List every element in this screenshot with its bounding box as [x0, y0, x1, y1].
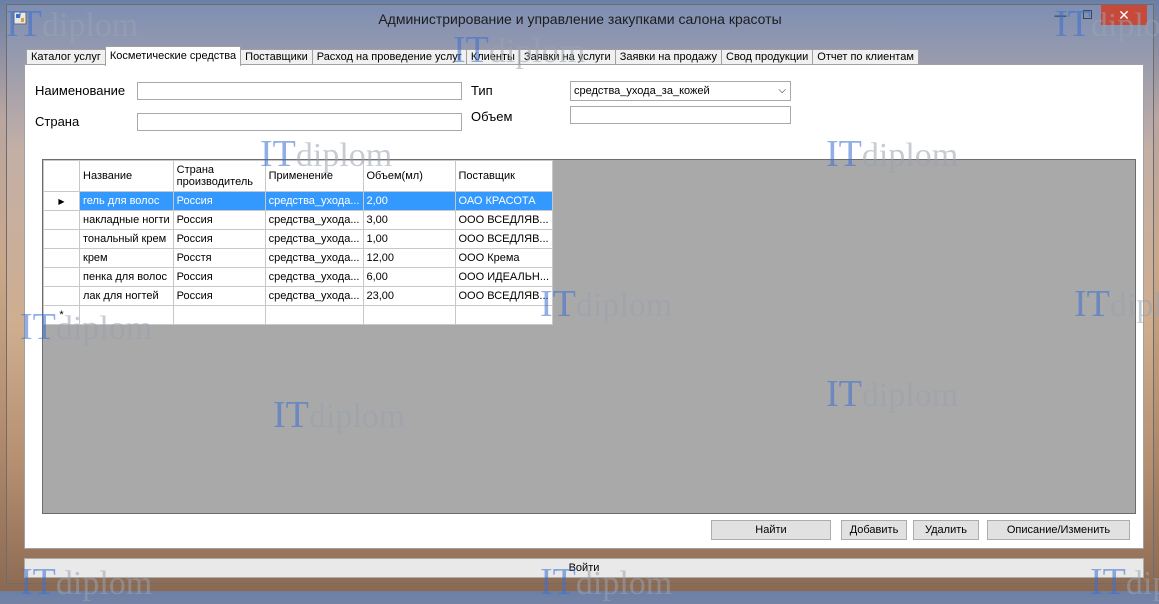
cell-name[interactable]: пенка для волос	[79, 267, 174, 287]
find-button[interactable]: Найти	[711, 520, 831, 540]
maximize-button[interactable]: ☐	[1074, 5, 1101, 25]
cell-country[interactable]: Россия	[172, 191, 266, 211]
cell-supplier[interactable]: ООО ИДЕАЛЬН...	[454, 267, 554, 287]
cell-name[interactable]: гель для волос	[79, 191, 174, 211]
country-input[interactable]	[137, 113, 462, 131]
cell-supplier[interactable]: ОАО КРАСОТА	[454, 191, 554, 211]
table-row[interactable]: пенка для волос Россия средства_ухода...…	[43, 267, 554, 287]
products-table: Название Страна производитель Применение…	[43, 160, 554, 325]
column-header-country[interactable]: Страна производитель	[172, 160, 266, 192]
grid-header-row: Название Страна производитель Применение…	[43, 160, 554, 192]
table-row[interactable]: тональный крем Россия средства_ухода... …	[43, 229, 554, 249]
chevron-down-icon: ⌵	[778, 85, 786, 96]
cell-empty[interactable]	[79, 305, 174, 325]
window-title: Администрирование и управление закупками…	[378, 11, 782, 27]
type-select[interactable]: средства_ухода_за_кожей ⌵	[570, 81, 791, 101]
row-header[interactable]	[43, 267, 80, 287]
cell-name[interactable]: крем	[79, 248, 174, 268]
row-header[interactable]	[43, 248, 80, 268]
table-row[interactable]: накладные ногти Россия средства_ухода...…	[43, 210, 554, 230]
cell-volume[interactable]: 12,00	[362, 248, 456, 268]
cell-empty[interactable]	[454, 305, 554, 325]
cell-supplier[interactable]: ООО Крема	[454, 248, 554, 268]
table-row[interactable]: лак для ногтей Россия средства_ухода... …	[43, 286, 554, 306]
volume-input[interactable]	[570, 106, 791, 124]
add-button[interactable]: Добавить	[841, 520, 907, 540]
name-input[interactable]	[137, 82, 462, 100]
cell-volume[interactable]: 6,00	[362, 267, 456, 287]
cell-name[interactable]: накладные ногти	[79, 210, 174, 230]
cell-country[interactable]: Россия	[172, 229, 266, 249]
column-header-usage[interactable]: Применение	[264, 160, 364, 192]
cell-empty[interactable]	[172, 305, 266, 325]
title-bar: Администрирование и управление закупками…	[7, 5, 1153, 35]
cell-usage[interactable]: средства_ухода...	[264, 286, 364, 306]
volume-label: Объем	[471, 109, 513, 124]
cosmetics-panel: Наименование Страна Тип средства_ухода_з…	[24, 64, 1144, 549]
cell-supplier[interactable]: ООО ВСЕДЛЯВ...	[454, 286, 554, 306]
cell-name[interactable]: тональный крем	[79, 229, 174, 249]
current-row-arrow-icon: ▶	[43, 191, 80, 211]
cell-volume[interactable]: 23,00	[362, 286, 456, 306]
cell-country[interactable]: Россия	[172, 286, 266, 306]
new-row-asterisk-icon: *	[43, 305, 80, 325]
type-select-value: средства_ухода_за_кожей	[574, 85, 710, 97]
close-button[interactable]: ✕	[1101, 5, 1147, 25]
column-header-supplier[interactable]: Поставщик	[454, 160, 554, 192]
minimize-button[interactable]: —	[1047, 5, 1074, 25]
name-label: Наименование	[35, 83, 126, 98]
cell-usage[interactable]: средства_ухода...	[264, 267, 364, 287]
cell-supplier[interactable]: ООО ВСЕДЛЯВ...	[454, 229, 554, 249]
row-header[interactable]	[43, 210, 80, 230]
column-header-volume[interactable]: Объем(мл)	[362, 160, 456, 192]
cell-country[interactable]: Россия	[172, 210, 266, 230]
cell-empty[interactable]	[362, 305, 456, 325]
app-window: Администрирование и управление закупками…	[6, 4, 1154, 584]
edit-button[interactable]: Описание/Изменить	[987, 520, 1130, 540]
cell-usage[interactable]: средства_ухода...	[264, 210, 364, 230]
cell-volume[interactable]: 1,00	[362, 229, 456, 249]
grid-corner-header	[43, 160, 80, 192]
table-row[interactable]: крем Росстя средства_ухода... 12,00 ООО …	[43, 248, 554, 268]
type-label: Тип	[471, 83, 493, 98]
cell-volume[interactable]: 2,00	[362, 191, 456, 211]
cell-usage[interactable]: средства_ухода...	[264, 229, 364, 249]
delete-button[interactable]: Удалить	[913, 520, 979, 540]
login-button[interactable]: Войти	[24, 558, 1144, 578]
cell-volume[interactable]: 3,00	[362, 210, 456, 230]
row-header[interactable]	[43, 286, 80, 306]
country-label: Страна	[35, 114, 80, 129]
table-row[interactable]: ▶ гель для волос Россия средства_ухода..…	[43, 191, 554, 211]
products-grid[interactable]: Название Страна производитель Применение…	[42, 159, 1136, 514]
cell-country[interactable]: Росстя	[172, 248, 266, 268]
new-row[interactable]: *	[43, 305, 554, 325]
cell-supplier[interactable]: ООО ВСЕДЛЯВ...	[454, 210, 554, 230]
column-header-name[interactable]: Название	[79, 160, 174, 192]
cell-name[interactable]: лак для ногтей	[79, 286, 174, 306]
row-header[interactable]	[43, 229, 80, 249]
cell-usage[interactable]: средства_ухода...	[264, 248, 364, 268]
tab-cosmetics[interactable]: Косметические средства	[104, 46, 242, 66]
cell-empty[interactable]	[264, 305, 364, 325]
cell-country[interactable]: Россия	[172, 267, 266, 287]
tab-strip: Каталог услуг Косметические средства Пос…	[26, 46, 919, 66]
cell-usage[interactable]: средства_ухода...	[264, 191, 364, 211]
